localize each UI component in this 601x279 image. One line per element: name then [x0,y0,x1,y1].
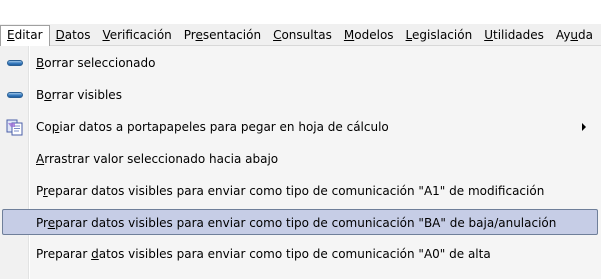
menu-label-part: egislación [412,27,473,42]
menu-consultas[interactable]: Consultas [267,25,338,45]
menu-label-part: da [578,27,594,42]
menu-ayuda[interactable]: Ayuda [550,25,599,45]
menu-label-part: odelos [354,27,394,42]
copy-clipboard-icon [6,119,24,136]
menu-datos[interactable]: Datos [50,25,97,45]
menu-label-part: Pr [183,27,196,42]
menu-label-part: sentación [202,27,262,42]
menu-label-part: Ay [555,27,571,42]
remove-pill-icon [6,55,24,71]
menu-item-label: Preparar datos visibles para enviar como… [36,247,491,261]
menu-accelerator: V [102,27,110,42]
menu-item-borrar-visibles[interactable]: Borrar visibles [0,82,600,108]
submenu-arrow-icon [582,123,586,131]
editar-dropdown-menu: Borrar seleccionado Borrar visibles Copi… [0,46,601,279]
menu-item-label: Preparar datos visibles para enviar como… [36,184,545,198]
menu-item-copiar-portapapeles[interactable]: Copiar datos a portapapeles para pegar e… [0,114,600,140]
menu-item-preparar-ba[interactable]: Preparar datos visibles para enviar como… [2,209,598,235]
menu-item-preparar-a1[interactable]: Preparar datos visibles para enviar como… [0,178,600,204]
menu-label-part: tilidades [492,27,544,42]
menu-item-label: Arrastrar valor seleccionado hacia abajo [36,152,279,166]
menu-item-label: Copiar datos a portapapeles para pegar e… [36,120,389,134]
menu-utilidades[interactable]: Utilidades [478,25,550,45]
menu-editar[interactable]: Editar [0,24,50,48]
menu-label-part: erificación [109,27,172,42]
menu-accelerator: U [484,27,493,42]
menu-legislacion[interactable]: Legislación [400,25,479,45]
menu-accelerator: E [7,27,15,42]
menu-accelerator: D [55,27,65,42]
menu-label-part: ditar [14,27,43,42]
menu-accelerator: e [195,27,203,42]
menu-item-arrastrar-valor[interactable]: Arrastrar valor seleccionado hacia abajo [0,146,600,172]
menu-verificacion[interactable]: Verificación [96,25,177,45]
menu-item-borrar-seleccionado[interactable]: Borrar seleccionado [0,50,600,76]
menu-item-label: Preparar datos visibles para enviar como… [36,216,557,230]
menu-item-preparar-a0[interactable]: Preparar datos visibles para enviar como… [0,241,600,267]
menu-item-label: Borrar seleccionado [36,56,156,70]
menu-label-part: onsultas [281,27,332,42]
menu-accelerator: M [343,27,355,42]
menu-item-label: Borrar visibles [36,88,122,102]
menu-label-part: atos [64,27,91,42]
menu-modelos[interactable]: Modelos [338,25,400,45]
menu-bar: Editar Datos Verificación Presentación C… [0,24,601,48]
remove-pill-icon [6,87,24,103]
menu-presentacion[interactable]: Presentación [178,25,267,45]
menu-accelerator: u [570,27,579,42]
